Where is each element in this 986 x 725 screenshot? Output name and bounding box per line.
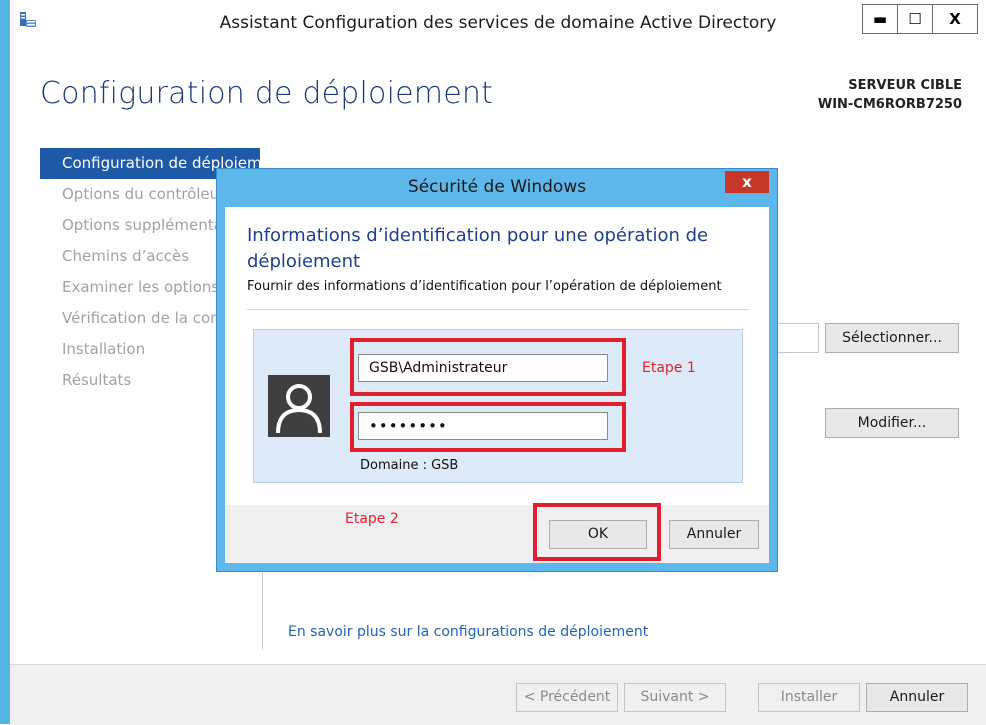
credentials-panel: GSB\Administrateur •••••••• Domaine : GS… xyxy=(253,329,743,483)
minimize-button[interactable]: ▬ xyxy=(862,4,898,34)
ok-button[interactable]: OK xyxy=(549,520,647,549)
dialog-cancel-button[interactable]: Annuler xyxy=(669,520,759,549)
username-input[interactable]: GSB\Administrateur xyxy=(358,354,608,382)
windows-security-dialog: Sécurité de Windows x Informations d’ide… xyxy=(216,168,778,572)
window-controls: ▬ ☐ X xyxy=(862,4,978,34)
page-title: Configuration de déploiement xyxy=(40,76,494,111)
target-server-name: WIN-CM6RORB7250 xyxy=(817,97,962,112)
previous-button[interactable]: < Précédent xyxy=(516,683,618,712)
dialog-heading: Informations d’identification pour une o… xyxy=(247,225,709,272)
close-button[interactable]: X xyxy=(932,4,978,34)
dialog-close-button[interactable]: x xyxy=(725,171,769,193)
modify-button[interactable]: Modifier... xyxy=(825,408,959,438)
dialog-subheading: Fournir des informations d’identificatio… xyxy=(247,279,722,294)
learn-more-link[interactable]: En savoir plus sur la configurations de … xyxy=(288,624,648,640)
select-button[interactable]: Sélectionner... xyxy=(825,323,959,353)
install-button[interactable]: Installer xyxy=(758,683,860,712)
window-frame-left xyxy=(0,0,10,724)
dialog-body: Informations d’identification pour une o… xyxy=(225,207,769,505)
dialog-title: Sécurité de Windows xyxy=(407,177,587,197)
target-server-label: SERVEUR CIBLE xyxy=(848,78,962,93)
window-title: Assistant Configuration des services de … xyxy=(219,13,777,33)
user-avatar-icon xyxy=(268,375,330,437)
dialog-footer: Etape 2 OK Annuler xyxy=(225,503,769,563)
step2-label: Etape 2 xyxy=(345,511,399,527)
wizard-cancel-button[interactable]: Annuler xyxy=(866,683,968,712)
password-input[interactable]: •••••••• xyxy=(358,412,608,440)
maximize-button[interactable]: ☐ xyxy=(897,4,933,34)
wizard-footer: < Précédent Suivant > Installer Annuler xyxy=(10,664,986,725)
title-bar: Assistant Configuration des services de … xyxy=(10,0,986,44)
dialog-separator xyxy=(247,309,749,310)
domain-label: Domaine : GSB xyxy=(360,458,459,473)
target-server: SERVEUR CIBLE WIN-CM6RORB7250 xyxy=(818,76,962,114)
next-button[interactable]: Suivant > xyxy=(624,683,726,712)
step1-label: Etape 1 xyxy=(642,360,696,376)
